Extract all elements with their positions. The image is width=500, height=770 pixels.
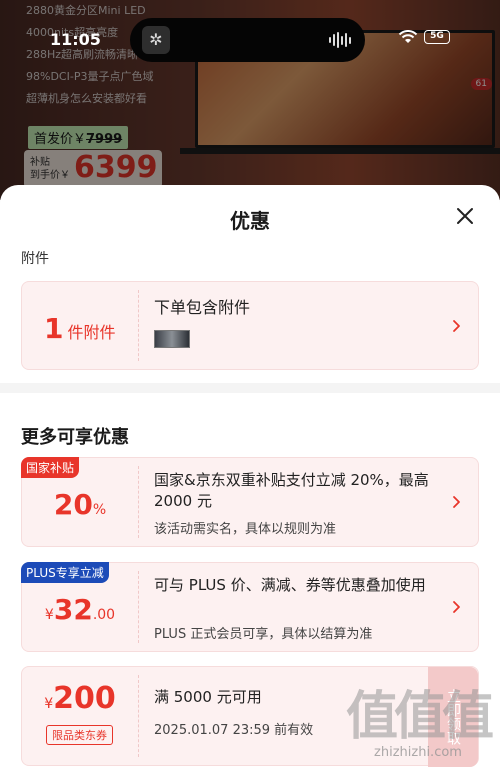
divider (138, 290, 139, 361)
offer-note: PLUS 正式会员可享，具体以结算为准 (154, 627, 373, 642)
chevron-right-icon (453, 496, 460, 508)
audio-wave-icon (329, 31, 351, 49)
offer-value-number: 32 (53, 593, 93, 626)
coupon-type-badge: 限品类东券 (46, 725, 113, 745)
app-icon: ✲ (142, 26, 170, 54)
offer-value: ¥200 (22, 681, 138, 716)
offer-value-number: 20 (53, 488, 93, 521)
chevron-right-icon (453, 320, 460, 332)
sheet-title: 优惠 (230, 209, 270, 233)
watermark-logo: 值值值 (345, 687, 494, 747)
accessory-count-unit: 件附件 (67, 323, 116, 342)
watermark: 值值值 zhizhizhi.com (345, 687, 494, 760)
accessories-label: 附件 (21, 251, 49, 267)
dynamic-island[interactable]: ✲ (130, 18, 365, 62)
offer-description: 国家&京东双重补贴支付立减 20%，最高 2000 元 (154, 471, 429, 510)
accessory-count-number: 1 (44, 312, 64, 345)
offer-tag: 国家补贴 (21, 457, 80, 478)
offer-value: 20% (22, 488, 138, 521)
accessory-count: 1 件附件 (44, 312, 116, 345)
offer-tag: PLUS专享立减 (21, 562, 109, 583)
divider (138, 571, 139, 643)
chevron-right-icon (453, 601, 460, 613)
offer-description: 可与 PLUS 价、满减、券等优惠叠加使用 (154, 576, 426, 594)
offer-value-suffix: % (92, 502, 107, 518)
offer-value-suffix: .00 (92, 607, 116, 623)
offer-value-number: 200 (53, 681, 116, 716)
divider (138, 466, 139, 538)
close-icon[interactable] (454, 205, 476, 227)
offer-note: 该活动需实名，具体以规则为准 (154, 522, 337, 537)
wifi-icon (398, 30, 418, 43)
status-icons: 5G (398, 30, 450, 44)
currency-symbol: ¥ (44, 696, 54, 712)
accessory-card[interactable]: 1 件附件 下单包含附件 (21, 281, 479, 370)
status-time: 11:05 (50, 30, 101, 49)
accessory-thumbnail[interactable] (154, 330, 190, 348)
offer-card-plus[interactable]: PLUS专享立减 ¥32.00 可与 PLUS 价、满减、券等优惠叠加使用 PL… (21, 562, 479, 652)
offer-card-national-subsidy[interactable]: 国家补贴 20% 国家&京东双重补贴支付立减 20%，最高 2000 元 该活动… (21, 457, 479, 547)
battery-icon: 5G (424, 30, 450, 44)
divider (138, 675, 139, 757)
offer-value: ¥32.00 (22, 593, 138, 626)
currency-symbol: ¥ (44, 607, 54, 623)
watermark-url: zhizhizhi.com (374, 745, 462, 760)
offers-sheet: 优惠 附件 1 件附件 下单包含附件 更多可享优惠 国家补贴 20% 国家&京东双… (0, 185, 500, 770)
section-separator (0, 383, 500, 393)
accessory-title: 下单包含附件 (154, 298, 251, 317)
more-offers-title: 更多可享优惠 (21, 427, 129, 448)
offer-validity: 2025.01.07 23:59 前有效 (154, 723, 314, 738)
